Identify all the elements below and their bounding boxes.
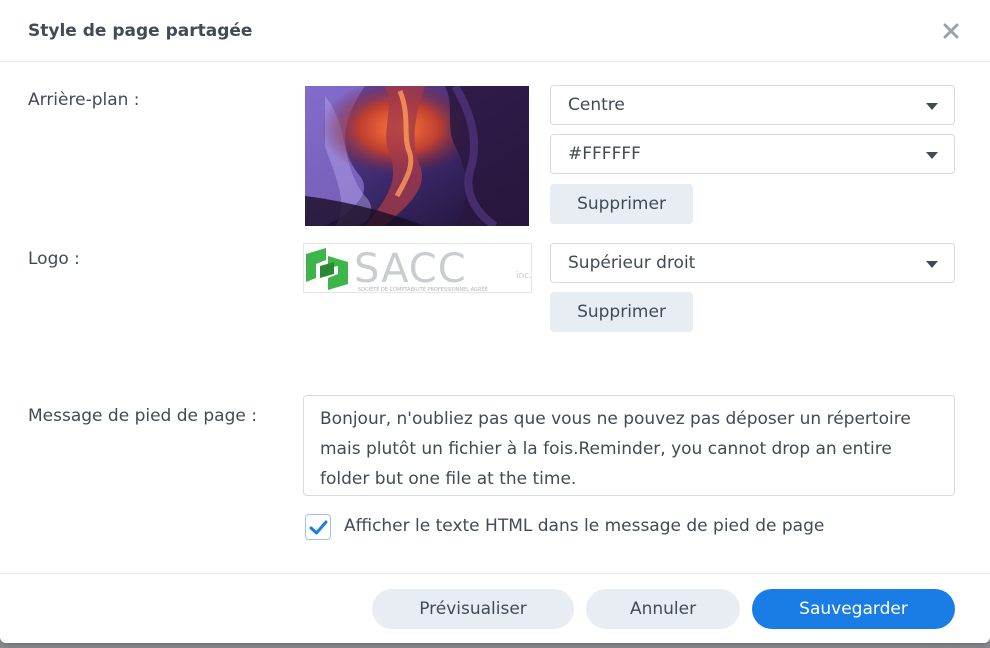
delete-background-button[interactable]: Supprimer xyxy=(550,184,693,224)
dialog-title: Style de page partagée xyxy=(28,21,253,41)
background-label: Arrière-plan : xyxy=(28,90,140,110)
caret-down-icon xyxy=(926,152,938,159)
preview-button[interactable]: Prévisualiser xyxy=(372,589,574,629)
dialog-footer: Prévisualiser Annuler Sauvegarder xyxy=(0,573,990,643)
background-color-select[interactable]: #FFFFFF xyxy=(550,134,955,174)
html-footer-checkbox[interactable] xyxy=(305,514,331,540)
close-button[interactable] xyxy=(940,20,962,42)
check-icon xyxy=(309,520,328,535)
close-icon xyxy=(943,23,959,39)
background-image-thumbnail[interactable] xyxy=(305,86,529,226)
cancel-button[interactable]: Annuler xyxy=(586,589,740,629)
save-button[interactable]: Sauvegarder xyxy=(752,589,955,629)
sacc-logo-mark xyxy=(306,248,348,290)
logo-brand-text: SACC xyxy=(354,246,467,292)
logo-position-select[interactable]: Supérieur droit xyxy=(550,243,955,283)
background-position-select[interactable]: Centre xyxy=(550,85,955,125)
logo-position-value: Supérieur droit xyxy=(568,253,696,273)
background-color-value: #FFFFFF xyxy=(568,144,641,164)
dialog-header: Style de page partagée xyxy=(0,0,990,62)
caret-down-icon xyxy=(926,261,938,268)
background-position-value: Centre xyxy=(568,95,625,115)
shared-page-style-dialog: Style de page partagée Arrière-plan : Ce… xyxy=(0,0,990,643)
html-footer-checkbox-label[interactable]: Afficher le texte HTML dans le message d… xyxy=(344,516,824,536)
footer-message-textarea[interactable]: Bonjour, n'oubliez pas que vous ne pouve… xyxy=(303,395,955,496)
logo-image-thumbnail[interactable]: SACC inc. SOCIÉTÉ DE COMPTABILITÉ PROFES… xyxy=(303,243,532,293)
logo-label: Logo : xyxy=(28,249,80,269)
logo-brand-suffix: inc. xyxy=(516,271,532,281)
caret-down-icon xyxy=(926,103,938,110)
logo-brand-tagline: SOCIÉTÉ DE COMPTABILITÉ PROFESSIONNEL AG… xyxy=(358,285,488,293)
delete-logo-button[interactable]: Supprimer xyxy=(550,292,693,332)
footer-message-label: Message de pied de page : xyxy=(28,406,257,426)
